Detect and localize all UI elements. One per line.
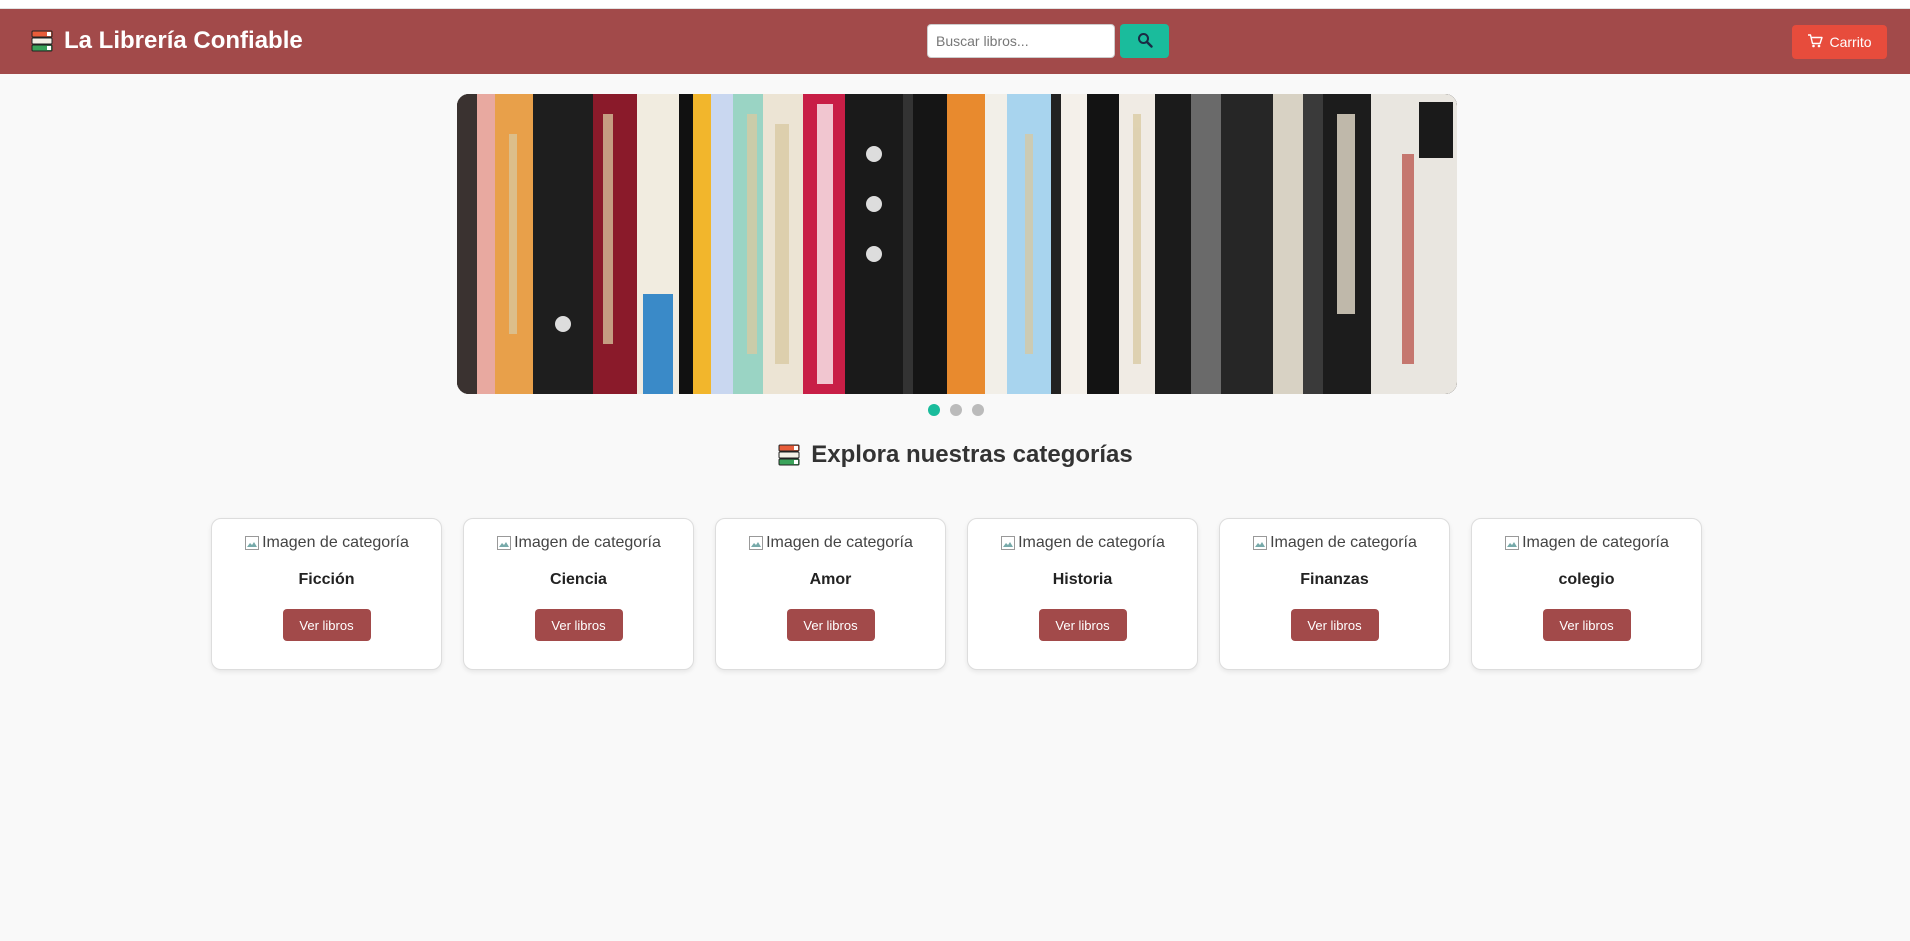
category-card: Imagen de categoría Finanzas Ver libros	[1219, 518, 1450, 670]
carousel-dot-3[interactable]	[972, 404, 984, 416]
view-books-button[interactable]: Ver libros	[1038, 609, 1127, 641]
books-icon	[30, 29, 54, 53]
brand-title: La Librería Confiable	[64, 27, 303, 54]
category-card: Imagen de categoría colegio Ver libros	[1471, 518, 1702, 670]
categories-heading-text: Explora nuestras categorías	[811, 441, 1133, 468]
category-name: Amor	[809, 571, 852, 588]
broken-image-icon	[1252, 535, 1268, 551]
category-image: Imagen de categoría	[496, 533, 661, 553]
cart-label: Carrito	[1829, 34, 1872, 50]
search-input[interactable]	[927, 24, 1115, 58]
category-image: Imagen de categoría	[244, 533, 409, 553]
search-bar	[927, 24, 1169, 58]
category-image: Imagen de categoría	[748, 533, 913, 553]
view-books-button[interactable]: Ver libros	[534, 609, 623, 641]
category-card: Imagen de categoría Ciencia Ver libros	[463, 518, 694, 670]
cart-button[interactable]: Carrito	[1792, 25, 1887, 59]
hero-carousel-image	[457, 94, 1457, 394]
category-grid: Imagen de categoría Ficción Ver libros I…	[211, 518, 1702, 670]
carousel-indicators	[928, 404, 984, 416]
search-icon	[1137, 32, 1153, 51]
category-image: Imagen de categoría	[1504, 533, 1669, 553]
category-name: Historia	[1052, 571, 1113, 588]
category-card: Imagen de categoría Ficción Ver libros	[211, 518, 442, 670]
search-button[interactable]	[1120, 24, 1169, 58]
site-header: La Librería Confiable Carrito	[0, 9, 1910, 74]
category-name: Finanzas	[1300, 571, 1369, 588]
category-card: Imagen de categoría Amor Ver libros	[715, 518, 946, 670]
category-name: Ficción	[298, 571, 355, 588]
cart-icon	[1807, 33, 1824, 51]
books-icon	[777, 443, 801, 467]
category-name: colegio	[1558, 571, 1615, 588]
view-books-button[interactable]: Ver libros	[1542, 609, 1631, 641]
view-books-button[interactable]: Ver libros	[282, 609, 371, 641]
categories-heading: Explora nuestras categorías	[0, 438, 1910, 472]
broken-image-icon	[748, 535, 764, 551]
browser-top-strip	[0, 0, 1910, 9]
category-card: Imagen de categoría Historia Ver libros	[967, 518, 1198, 670]
carousel-dot-2[interactable]	[950, 404, 962, 416]
view-books-button[interactable]: Ver libros	[786, 609, 875, 641]
broken-image-icon	[496, 535, 512, 551]
brand[interactable]: La Librería Confiable	[30, 26, 303, 56]
broken-image-icon	[244, 535, 260, 551]
broken-image-icon	[1504, 535, 1520, 551]
category-image: Imagen de categoría	[1252, 533, 1417, 553]
category-image: Imagen de categoría	[1000, 533, 1165, 553]
view-books-button[interactable]: Ver libros	[1290, 609, 1379, 641]
category-name: Ciencia	[550, 571, 607, 588]
broken-image-icon	[1000, 535, 1016, 551]
carousel-dot-1[interactable]	[928, 404, 940, 416]
